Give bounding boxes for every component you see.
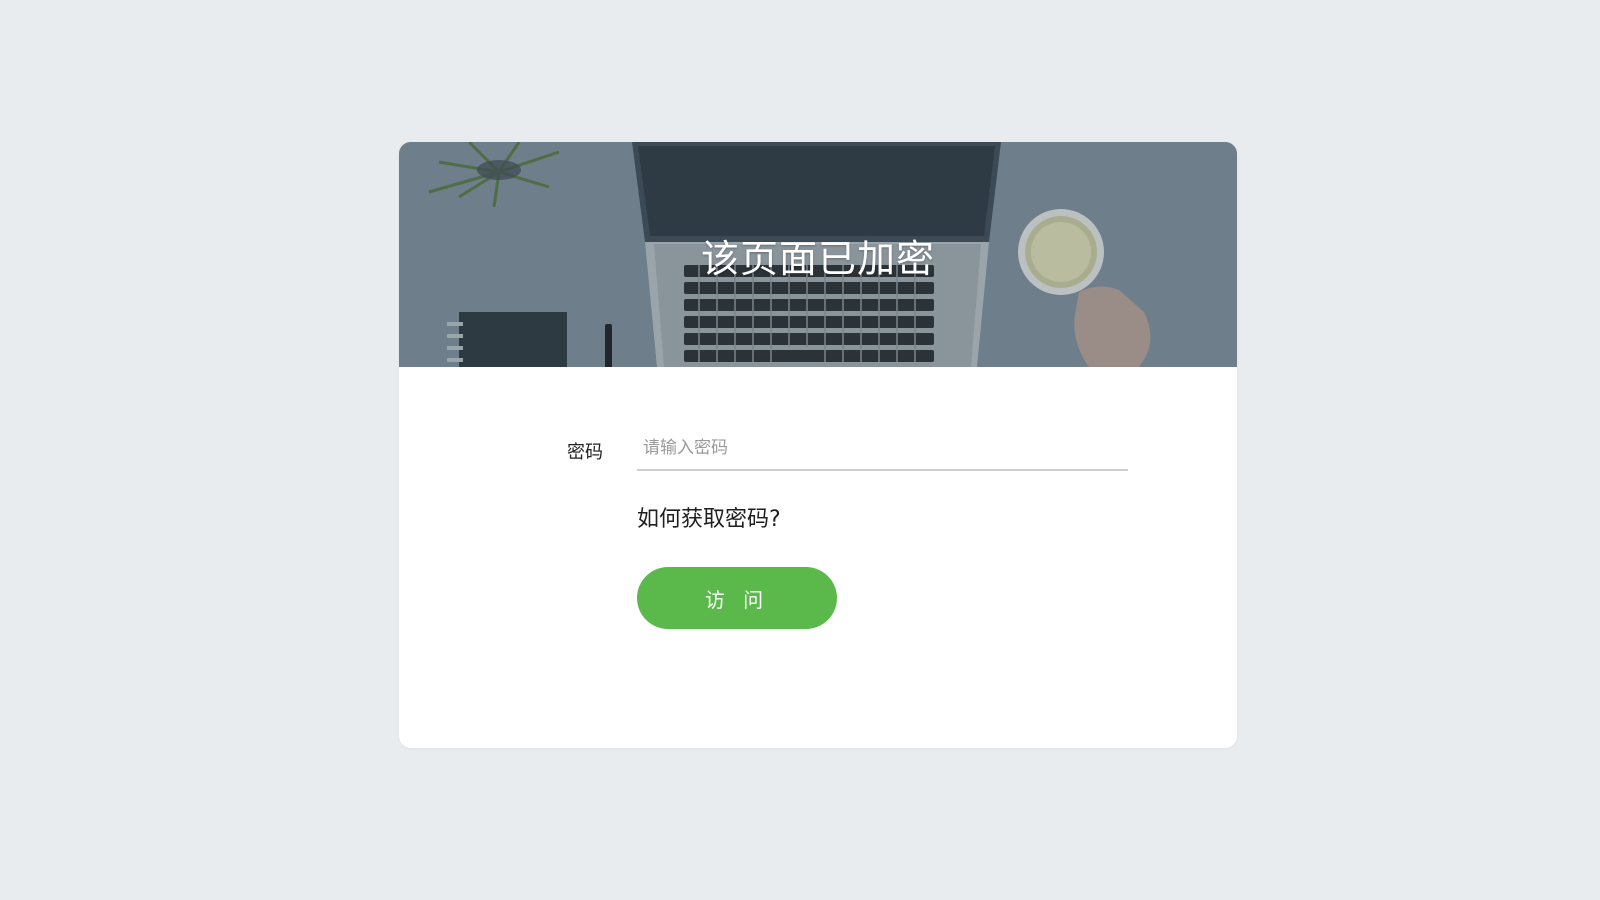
password-label: 密码	[567, 442, 603, 463]
header-banner: 该页面已加密	[399, 142, 1237, 367]
password-input[interactable]	[637, 427, 1128, 471]
page-title: 该页面已加密	[700, 237, 935, 281]
visit-button[interactable]: 访 问	[637, 567, 837, 629]
password-form: 密码 如何获取密码? 访 问	[399, 367, 1237, 748]
how-to-get-password-link[interactable]: 如何获取密码?	[637, 501, 781, 533]
encrypted-page-card: 该页面已加密 密码 如何获取密码? 访 问	[399, 142, 1237, 748]
